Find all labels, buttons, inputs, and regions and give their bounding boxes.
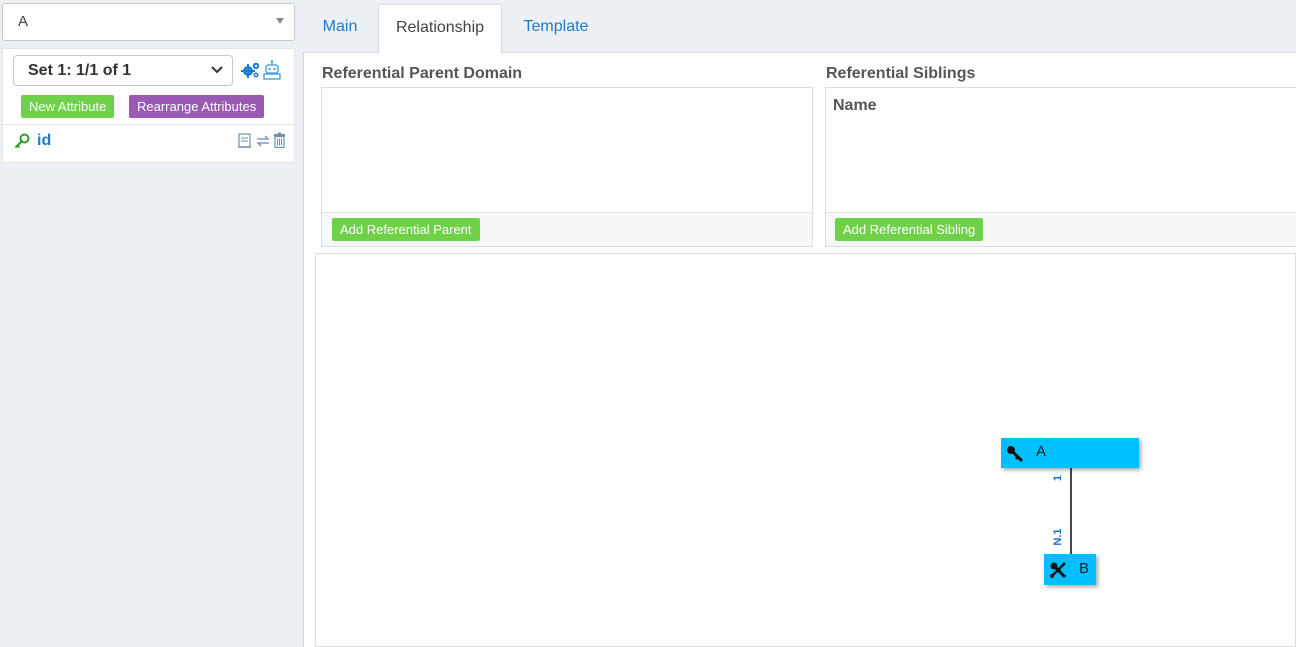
chevron-down-icon (211, 66, 223, 74)
edit-attribute-icon[interactable] (237, 133, 252, 149)
diagram-node-b-label: B (1079, 560, 1090, 577)
new-attribute-button[interactable]: New Attribute (21, 95, 115, 118)
siblings-name-header: Name (833, 97, 877, 114)
referential-parent-title: Referential Parent Domain (322, 65, 523, 82)
diagram-node-a[interactable]: A (1001, 438, 1139, 468)
referential-siblings-title: Referential Siblings (826, 65, 976, 82)
attribute-set-select[interactable]: Set 1: 1/1 of 1 (13, 55, 233, 86)
attribute-panel: Set 1: 1/1 of 1 New Attribute Rearrange … (2, 48, 295, 163)
tab-template[interactable]: Template (508, 4, 604, 53)
key-tool-icon (1050, 562, 1067, 579)
relationship-edge (1070, 468, 1072, 555)
relationship-diagram[interactable]: 1 N.1 A B (315, 253, 1296, 647)
child-cardinality-label: N.1 (1052, 528, 1064, 546)
key-icon (1007, 446, 1024, 463)
tab-main[interactable]: Main (305, 4, 375, 53)
referential-parent-footer: Add Referential Parent (322, 212, 812, 246)
swap-icon[interactable] (255, 133, 271, 149)
template-robot-icon[interactable] (263, 60, 281, 80)
attribute-row[interactable]: id (3, 129, 294, 153)
tab-relationship[interactable]: Relationship (378, 4, 502, 54)
dropdown-caret-icon (276, 18, 284, 24)
referential-siblings-box: Name Add Referential Sibling (825, 87, 1296, 247)
attribute-set-value: Set 1: 1/1 of 1 (28, 62, 132, 79)
diagram-node-b[interactable]: B (1044, 554, 1096, 585)
diagram-node-a-label: A (1036, 443, 1047, 460)
gears-icon[interactable] (241, 61, 261, 79)
divider (3, 124, 294, 125)
key-icon (14, 133, 30, 149)
rearrange-attributes-button[interactable]: Rearrange Attributes (129, 95, 265, 118)
referential-siblings-footer: Add Referential Sibling (826, 212, 1296, 246)
entity-select[interactable]: A (2, 3, 295, 41)
add-referential-sibling-button[interactable]: Add Referential Sibling (835, 218, 984, 241)
referential-parent-box: Add Referential Parent (321, 87, 813, 247)
tab-bar: Main Relationship Template (305, 4, 1296, 54)
add-referential-parent-button[interactable]: Add Referential Parent (332, 218, 480, 241)
attribute-name[interactable]: id (37, 132, 51, 150)
parent-cardinality-label: 1 (1052, 474, 1064, 482)
trash-icon[interactable] (273, 132, 286, 148)
entity-select-value: A (18, 13, 29, 30)
